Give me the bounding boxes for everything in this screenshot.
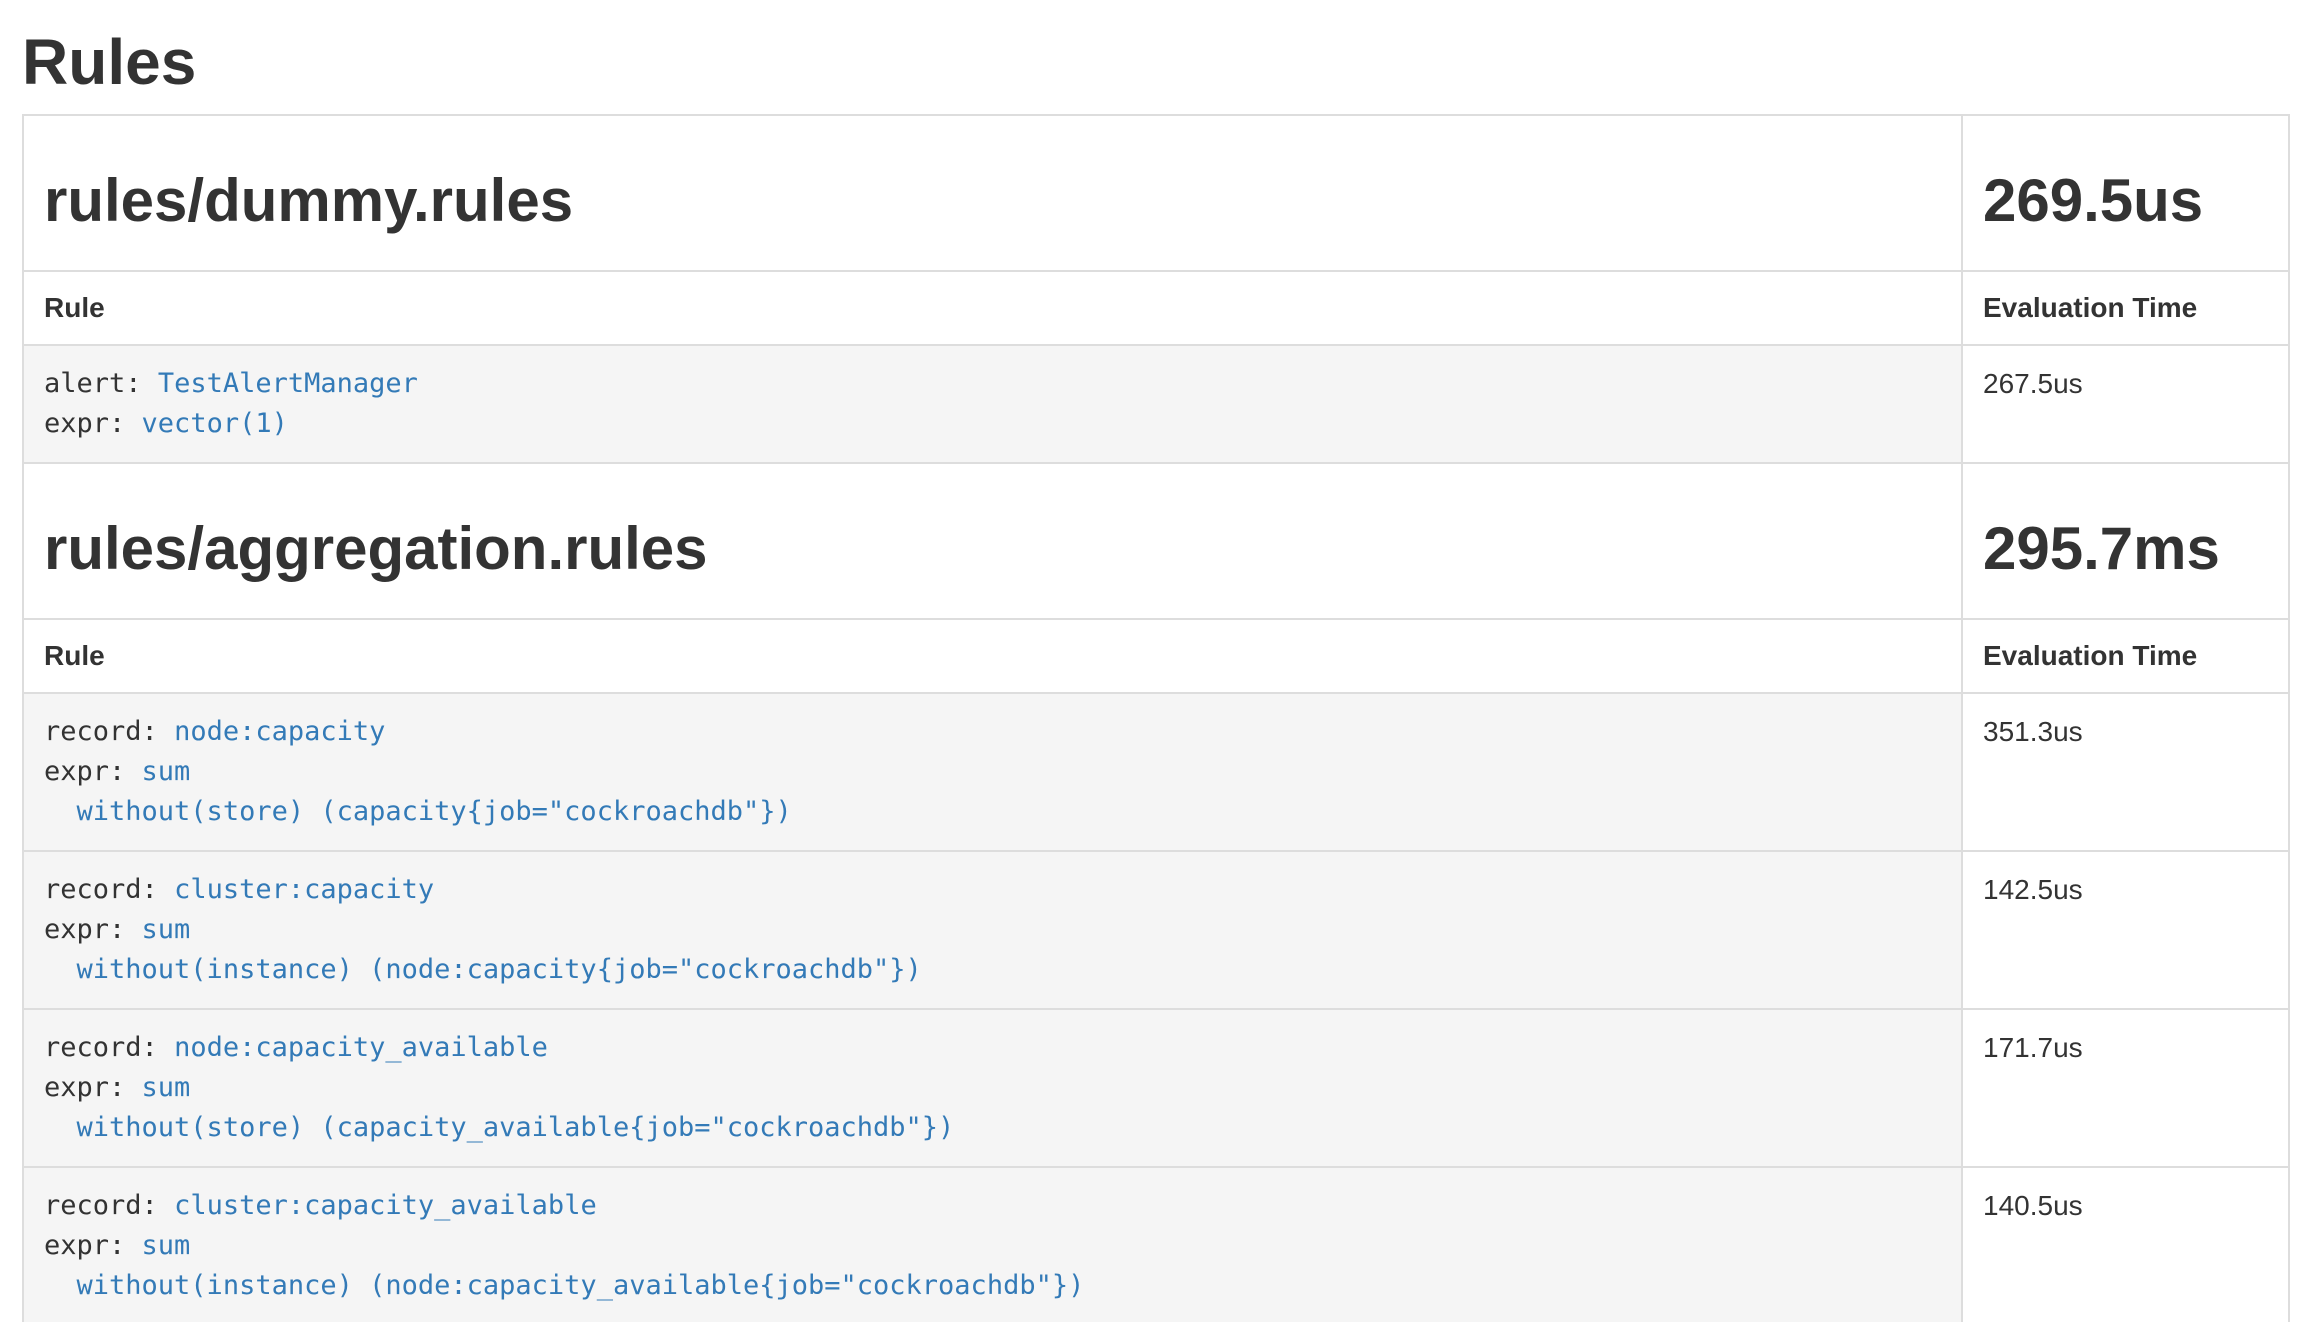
rule-keyword: record: bbox=[44, 716, 158, 747]
rule-keyword: expr: bbox=[44, 1230, 125, 1261]
rule-link[interactable]: sum without(store) (capacity{job="cockro… bbox=[44, 756, 792, 827]
rule-row: record: node:capacity_available expr: su… bbox=[23, 1009, 2289, 1167]
rule-link[interactable]: node:capacity_available bbox=[174, 1032, 548, 1063]
rule-code: record: node:capacity expr: sum without(… bbox=[44, 716, 792, 827]
group-evaluation-time: 295.7ms bbox=[1983, 516, 2268, 582]
rule-column-header: Rule bbox=[23, 619, 1962, 693]
rule-keyword: expr: bbox=[44, 408, 125, 439]
rule-link[interactable]: sum without(store) (capacity_available{j… bbox=[44, 1072, 954, 1143]
rule-keyword: record: bbox=[44, 1032, 158, 1063]
rule-code: record: cluster:capacity_available expr:… bbox=[44, 1190, 1084, 1301]
rule-keyword: record: bbox=[44, 874, 158, 905]
rule-link[interactable]: node:capacity bbox=[174, 716, 385, 747]
group-file-title: rules/dummy.rules bbox=[44, 168, 1941, 234]
rule-evaluation-time: 171.7us bbox=[1962, 1009, 2289, 1167]
rules-page: Rules rules/dummy.rules 269.5us Rule Eva… bbox=[0, 26, 2316, 1322]
rule-keyword: expr: bbox=[44, 1072, 125, 1103]
rule-row: record: node:capacity expr: sum without(… bbox=[23, 693, 2289, 851]
rule-evaluation-time: 267.5us bbox=[1962, 345, 2289, 463]
rule-link[interactable]: cluster:capacity_available bbox=[174, 1190, 597, 1221]
evaluation-time-column-header: Evaluation Time bbox=[1962, 619, 2289, 693]
rule-keyword: expr: bbox=[44, 914, 125, 945]
rule-link[interactable]: cluster:capacity bbox=[174, 874, 434, 905]
rule-evaluation-time: 142.5us bbox=[1962, 851, 2289, 1009]
rule-row: alert: TestAlertManager expr: vector(1) … bbox=[23, 345, 2289, 463]
column-header-row: Rule Evaluation Time bbox=[23, 619, 2289, 693]
rule-definition: record: cluster:capacity_available expr:… bbox=[23, 1167, 1962, 1322]
rule-code: alert: TestAlertManager expr: vector(1) bbox=[44, 368, 418, 439]
rule-code: record: cluster:capacity expr: sum witho… bbox=[44, 874, 922, 985]
group-header-row: rules/dummy.rules 269.5us bbox=[23, 115, 2289, 271]
group-header-row: rules/aggregation.rules 295.7ms bbox=[23, 463, 2289, 619]
rule-keyword: expr: bbox=[44, 756, 125, 787]
rule-keyword: record: bbox=[44, 1190, 158, 1221]
rule-column-header: Rule bbox=[23, 271, 1962, 345]
rule-keyword: alert: bbox=[44, 368, 142, 399]
rule-link[interactable]: sum without(instance) (node:capacity{job… bbox=[44, 914, 922, 985]
group-file-title: rules/aggregation.rules bbox=[44, 516, 1941, 582]
page-title: Rules bbox=[22, 26, 2290, 100]
group-evaluation-time: 269.5us bbox=[1983, 168, 2268, 234]
rule-definition: record: node:capacity expr: sum without(… bbox=[23, 693, 1962, 851]
rule-evaluation-time: 140.5us bbox=[1962, 1167, 2289, 1322]
rule-definition: alert: TestAlertManager expr: vector(1) bbox=[23, 345, 1962, 463]
rule-definition: record: node:capacity_available expr: su… bbox=[23, 1009, 1962, 1167]
rule-link[interactable]: vector(1) bbox=[142, 408, 288, 439]
rule-code: record: node:capacity_available expr: su… bbox=[44, 1032, 954, 1143]
rules-table: rules/dummy.rules 269.5us Rule Evaluatio… bbox=[22, 114, 2290, 1322]
rule-row: record: cluster:capacity_available expr:… bbox=[23, 1167, 2289, 1322]
rule-evaluation-time: 351.3us bbox=[1962, 693, 2289, 851]
column-header-row: Rule Evaluation Time bbox=[23, 271, 2289, 345]
rule-link[interactable]: sum without(instance) (node:capacity_ava… bbox=[44, 1230, 1084, 1301]
rule-definition: record: cluster:capacity expr: sum witho… bbox=[23, 851, 1962, 1009]
rule-link[interactable]: TestAlertManager bbox=[158, 368, 418, 399]
evaluation-time-column-header: Evaluation Time bbox=[1962, 271, 2289, 345]
rule-row: record: cluster:capacity expr: sum witho… bbox=[23, 851, 2289, 1009]
